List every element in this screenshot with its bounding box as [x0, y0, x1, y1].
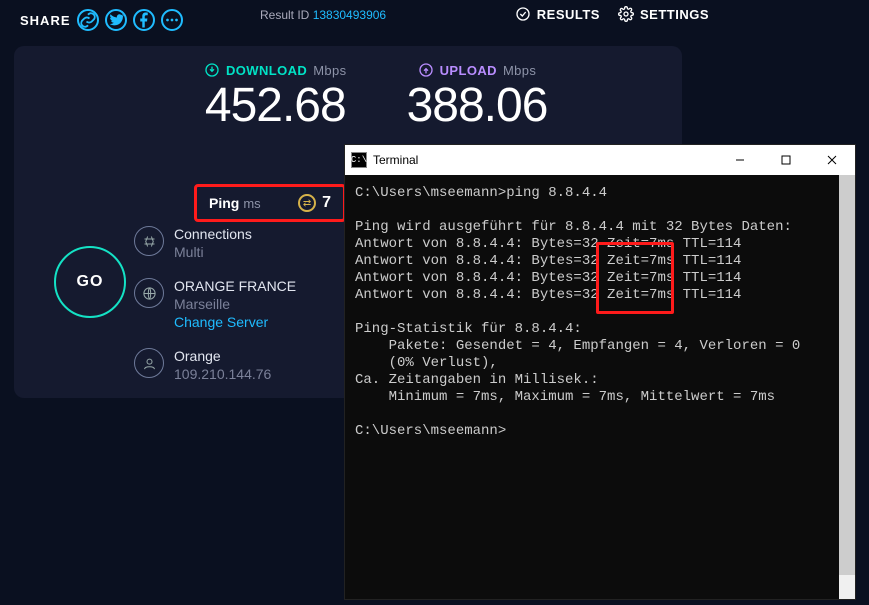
share-label: SHARE	[20, 13, 71, 28]
connections-row: Connections Multi	[134, 226, 296, 260]
terminal-app-icon: C:\	[351, 152, 367, 168]
result-id-value[interactable]: 13830493906	[313, 8, 386, 22]
share-twitter-icon[interactable]	[105, 9, 127, 31]
connections-icon	[134, 226, 164, 256]
connections-title: Connections	[174, 226, 252, 242]
result-id: Result ID 13830493906	[260, 8, 386, 22]
upload-value: 388.06	[407, 78, 548, 133]
globe-icon	[134, 278, 164, 308]
results-icon	[515, 6, 531, 22]
results-link[interactable]: RESULTS	[515, 6, 600, 22]
download-value: 452.68	[205, 78, 346, 133]
isp-name: Orange	[174, 348, 271, 364]
maximize-button[interactable]	[763, 145, 809, 175]
gear-icon	[618, 6, 634, 22]
isp-ip: 109.210.144.76	[174, 366, 271, 382]
ping-unit: ms	[243, 196, 260, 211]
upload-unit: Mbps	[503, 63, 536, 78]
result-id-label: Result ID	[260, 8, 313, 22]
terminal-scrollbar[interactable]	[839, 175, 855, 599]
go-label: GO	[77, 273, 104, 291]
ping-highlight-box: Ping ms ⇄ 7	[194, 184, 346, 222]
share-facebook-icon[interactable]	[133, 9, 155, 31]
server-name: ORANGE FRANCE	[174, 278, 296, 294]
connections-value: Multi	[174, 244, 252, 260]
latency-icon: ⇄	[298, 194, 316, 212]
server-location: Marseille	[174, 296, 296, 312]
minimize-button[interactable]	[717, 145, 763, 175]
download-icon	[204, 62, 220, 78]
share-more-icon[interactable]	[161, 9, 183, 31]
results-label: RESULTS	[537, 7, 600, 22]
terminal-titlebar[interactable]: C:\ Terminal	[345, 145, 855, 175]
terminal-title: Terminal	[373, 153, 418, 167]
terminal-window: C:\ Terminal C:\Users\mseemann>ping 8.8.…	[344, 144, 856, 600]
close-button[interactable]	[809, 145, 855, 175]
share-link-icon[interactable]	[77, 9, 99, 31]
upload-label: UPLOAD	[440, 63, 497, 78]
isp-row: Orange 109.210.144.76	[134, 348, 296, 382]
user-icon	[134, 348, 164, 378]
ping-label: Ping	[209, 195, 239, 211]
go-button[interactable]: GO	[54, 246, 126, 318]
download-unit: Mbps	[313, 63, 346, 78]
upload-column: UPLOAD Mbps 388.06	[407, 62, 548, 133]
download-label: DOWNLOAD	[226, 63, 307, 78]
topbar: SHARE Result ID 13830493906 RESULTS SETT…	[0, 0, 869, 34]
top-links: RESULTS SETTINGS	[515, 6, 709, 22]
upload-icon	[418, 62, 434, 78]
settings-label: SETTINGS	[640, 7, 709, 22]
change-server-link[interactable]: Change Server	[174, 314, 296, 330]
terminal-body[interactable]: C:\Users\mseemann>ping 8.8.4.4 Ping wird…	[345, 175, 845, 599]
settings-link[interactable]: SETTINGS	[618, 6, 709, 22]
connection-meta: Connections Multi ORANGE FRANCE Marseill…	[134, 226, 296, 382]
ping-value: 7	[322, 194, 331, 212]
scrollbar-thumb[interactable]	[839, 175, 855, 575]
speeds-row: DOWNLOAD Mbps 452.68 UPLOAD Mbps 388.06	[34, 62, 662, 133]
download-column: DOWNLOAD Mbps 452.68	[204, 62, 347, 133]
server-row: ORANGE FRANCE Marseille Change Server	[134, 278, 296, 330]
